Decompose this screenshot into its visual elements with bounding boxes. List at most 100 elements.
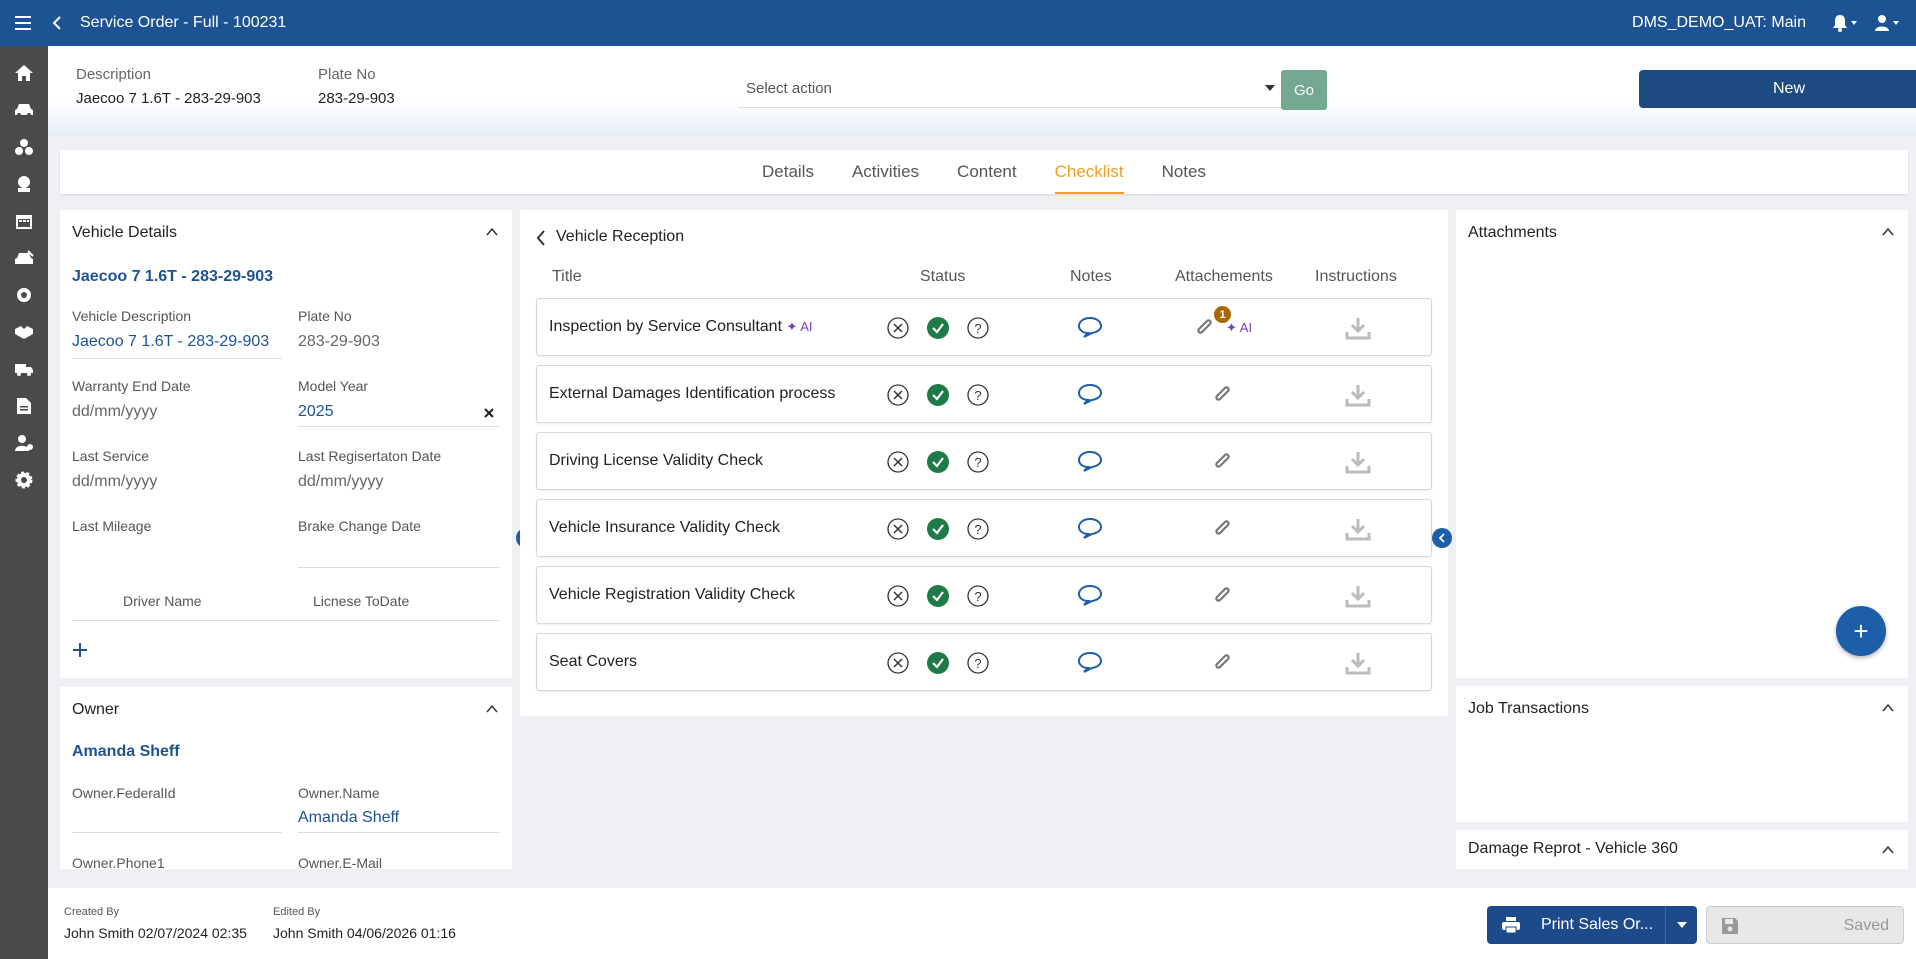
owner-link[interactable]: Amanda Sheff [72, 743, 180, 761]
chevron-up-icon[interactable] [486, 703, 498, 715]
status-pass-icon[interactable] [927, 585, 949, 607]
add-attachment-button[interactable]: + [1836, 606, 1886, 656]
tab-notes[interactable]: Notes [1143, 150, 1225, 194]
svg-text:?: ? [974, 656, 981, 671]
customer-icon[interactable] [0, 165, 48, 202]
tab-content[interactable]: Content [938, 150, 1036, 194]
paperclip-icon[interactable] [1212, 584, 1234, 608]
document-icon[interactable] [0, 387, 48, 424]
driver-name-column: Driver Name [123, 593, 202, 609]
status-pass-icon[interactable] [927, 518, 949, 540]
service-car-icon[interactable] [0, 239, 48, 276]
status-fail-icon[interactable] [887, 652, 909, 674]
go-button[interactable]: Go [1281, 70, 1327, 110]
chevron-up-icon[interactable] [1882, 844, 1894, 856]
clear-icon[interactable] [484, 408, 494, 418]
collapse-right-toggle[interactable] [1432, 528, 1452, 548]
job-transactions-title: Job Transactions [1468, 700, 1589, 717]
comment-icon[interactable] [1077, 517, 1103, 539]
select-action-dropdown[interactable]: Select action [738, 70, 1283, 108]
home-icon[interactable] [0, 54, 48, 91]
user-admin-icon[interactable] [0, 424, 48, 461]
status-unknown-icon[interactable]: ? [967, 384, 989, 406]
status-unknown-icon[interactable]: ? [967, 585, 989, 607]
download-icon[interactable] [1345, 651, 1371, 675]
status-pass-icon[interactable] [927, 384, 949, 406]
owner-phone-label: Owner.Phone1 [72, 855, 165, 869]
comment-icon[interactable] [1077, 584, 1103, 606]
new-button[interactable]: New [1639, 70, 1916, 108]
paperclip-icon[interactable] [1194, 316, 1216, 340]
add-driver-icon[interactable] [72, 642, 88, 658]
model-year-value[interactable]: 2025 [298, 403, 334, 421]
comment-icon[interactable] [1077, 316, 1103, 338]
edited-by-field: Edited By John Smith 04/06/2026 01:16 [273, 906, 456, 941]
description-label: Description [76, 66, 152, 83]
gear-icon[interactable] [0, 461, 48, 498]
vehicle-description-value[interactable]: Jaecoo 7 1.6T - 283-29-903 [72, 333, 269, 351]
damage-report-card: Damage Reprot - Vehicle 360 [1456, 830, 1908, 869]
comment-icon[interactable] [1077, 383, 1103, 405]
checklist-section-title[interactable]: Vehicle Reception [556, 228, 684, 246]
paperclip-icon[interactable] [1212, 651, 1234, 675]
print-options-dropdown[interactable] [1665, 906, 1697, 944]
checklist-row: Seat Covers ? [536, 633, 1432, 691]
comment-icon[interactable] [1077, 651, 1103, 673]
plate-no-label: Plate No [298, 308, 352, 324]
vehicle-link[interactable]: Jaecoo 7 1.6T - 283-29-903 [72, 268, 273, 286]
calendar-icon[interactable] [0, 202, 48, 239]
chevron-up-icon[interactable] [1882, 702, 1894, 714]
underline [72, 358, 282, 359]
paperclip-icon[interactable] [1212, 517, 1234, 541]
last-registration-input[interactable]: dd/mm/yyyy [298, 473, 383, 491]
status-unknown-icon[interactable]: ? [967, 518, 989, 540]
last-service-input[interactable]: dd/mm/yyyy [72, 473, 157, 491]
column-title: Title [552, 268, 582, 285]
parts-icon[interactable] [0, 128, 48, 165]
chevron-up-icon[interactable] [486, 226, 498, 238]
status-unknown-icon[interactable]: ? [967, 652, 989, 674]
owner-name-value[interactable]: Amanda Sheff [298, 809, 399, 827]
brake-change-date-label: Brake Change Date [298, 518, 421, 534]
status-pass-icon[interactable] [927, 652, 949, 674]
fleet-icon[interactable] [0, 350, 48, 387]
status-fail-icon[interactable] [887, 451, 909, 473]
svg-text:?: ? [974, 522, 981, 537]
status-unknown-icon[interactable]: ? [967, 317, 989, 339]
car-icon[interactable] [0, 91, 48, 128]
status-fail-icon[interactable] [887, 317, 909, 339]
status-unknown-icon[interactable]: ? [967, 451, 989, 473]
settings-wheel-icon[interactable] [0, 276, 48, 313]
paperclip-icon[interactable] [1212, 450, 1234, 474]
saved-button[interactable]: Saved [1706, 906, 1904, 944]
download-icon[interactable] [1345, 517, 1371, 541]
back-arrow-icon[interactable] [52, 16, 66, 30]
tab-activities[interactable]: Activities [833, 150, 938, 194]
comment-icon[interactable] [1077, 450, 1103, 472]
handshake-icon[interactable] [0, 313, 48, 350]
print-sales-order-button[interactable]: Print Sales Or... [1487, 906, 1697, 944]
status-fail-icon[interactable] [887, 384, 909, 406]
tab-details[interactable]: Details [743, 150, 833, 194]
status-fail-icon[interactable] [887, 585, 909, 607]
download-icon[interactable] [1345, 450, 1371, 474]
paperclip-icon[interactable] [1212, 383, 1234, 407]
status-fail-icon[interactable] [887, 518, 909, 540]
environment-label[interactable]: DMS_DEMO_UAT: Main [1632, 14, 1806, 32]
chevron-up-icon[interactable] [1882, 226, 1894, 238]
notifications-bell-icon[interactable] [1832, 14, 1858, 32]
checklist-item-label: Vehicle Insurance Validity Check [549, 519, 780, 536]
status-pass-icon[interactable] [927, 451, 949, 473]
download-icon[interactable] [1345, 584, 1371, 608]
user-menu-icon[interactable] [1874, 14, 1900, 32]
ai-sparkle-icon: ✦ AI [1226, 320, 1253, 335]
download-icon[interactable] [1345, 316, 1371, 340]
warranty-end-date-input[interactable]: dd/mm/yyyy [72, 403, 157, 421]
underline [72, 620, 500, 621]
status-pass-icon[interactable] [927, 317, 949, 339]
hamburger-menu-icon[interactable] [0, 0, 46, 46]
tab-checklist[interactable]: Checklist [1036, 150, 1143, 194]
owner-name-label: Owner.Name [298, 785, 380, 801]
chevron-left-icon[interactable] [535, 229, 547, 247]
download-icon[interactable] [1345, 383, 1371, 407]
